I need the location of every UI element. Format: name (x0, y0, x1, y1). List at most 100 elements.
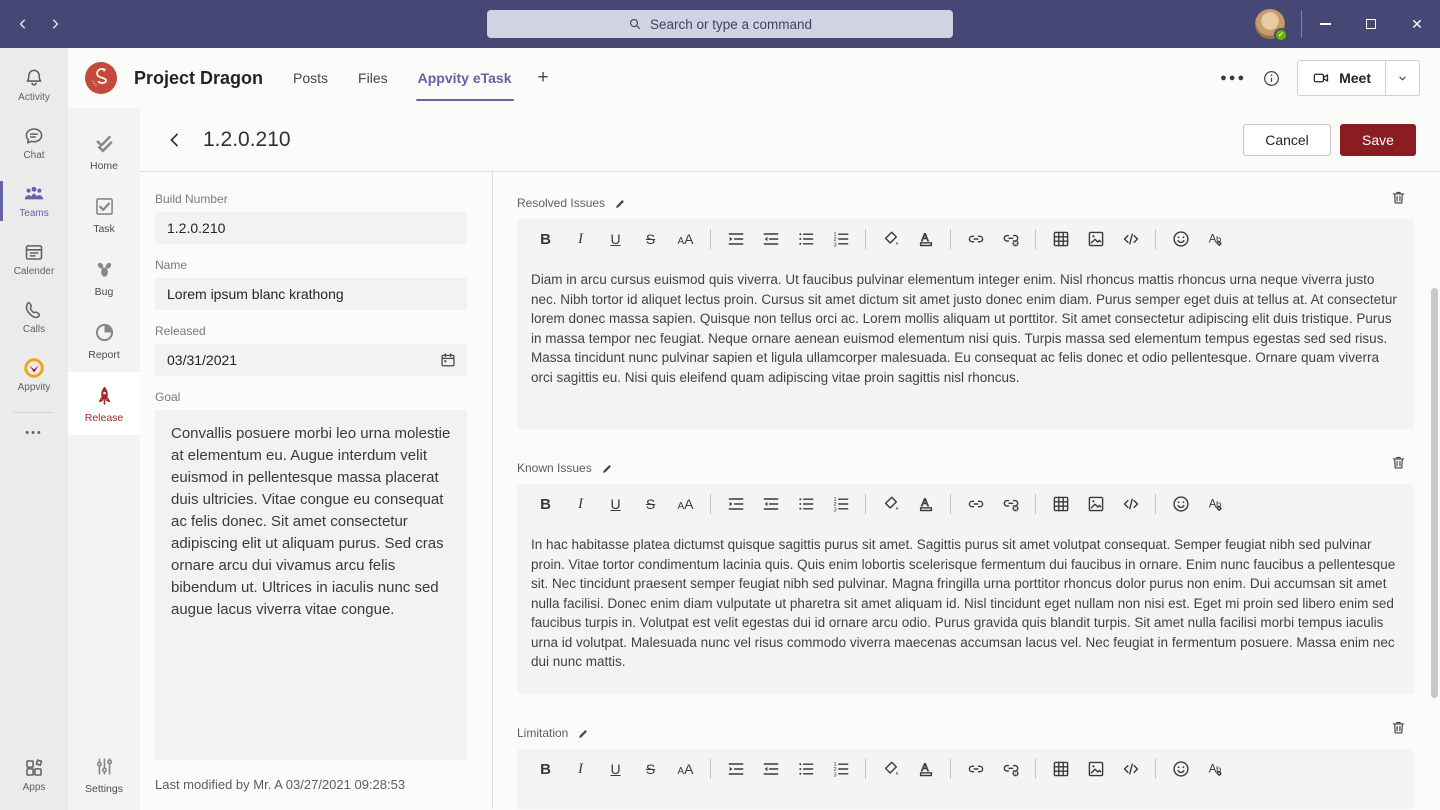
maximize-button[interactable] (1348, 0, 1394, 48)
richtext-content[interactable]: Diam in arcu cursus euismod quis viverra… (517, 259, 1414, 429)
bold-icon[interactable]: B (535, 229, 556, 250)
rail-item-teams[interactable]: Teams (0, 172, 68, 230)
bold-icon[interactable]: B (535, 494, 556, 515)
released-input[interactable]: 03/31/2021 (155, 344, 467, 376)
search-input[interactable]: Search or type a command (487, 10, 953, 38)
highlight-icon[interactable] (880, 229, 901, 250)
font-size-icon[interactable]: AA (675, 229, 696, 250)
font-color-icon[interactable]: A (915, 229, 936, 250)
indent-icon[interactable] (725, 759, 746, 780)
font-size-icon[interactable]: AA (675, 494, 696, 515)
code-icon[interactable] (1120, 494, 1141, 515)
emoji-icon[interactable] (1170, 494, 1191, 515)
underline-icon[interactable]: U (605, 494, 626, 515)
bullet-list-icon[interactable] (795, 494, 816, 515)
delete-section-button[interactable] (1390, 453, 1407, 472)
sidebar-item-release[interactable]: Release (68, 372, 140, 435)
highlight-icon[interactable] (880, 759, 901, 780)
unlink-icon[interactable] (1000, 759, 1021, 780)
avatar[interactable]: ✓ (1255, 9, 1285, 39)
link-icon[interactable] (965, 229, 986, 250)
indent-icon[interactable] (725, 494, 746, 515)
more-apps-button[interactable]: ••• (25, 427, 43, 439)
bold-icon[interactable]: B (535, 759, 556, 780)
richtext-content[interactable]: In hac habitasse platea dictumst quisque… (517, 524, 1414, 694)
rail-item-calls[interactable]: Calls (0, 288, 68, 346)
outdent-icon[interactable] (760, 759, 781, 780)
outdent-icon[interactable] (760, 494, 781, 515)
history-forward-button[interactable] (42, 11, 68, 37)
strikethrough-icon[interactable]: S (640, 229, 661, 250)
highlight-icon[interactable] (880, 494, 901, 515)
font-color-icon[interactable]: A (915, 759, 936, 780)
italic-icon[interactable]: I (570, 494, 591, 515)
strikethrough-icon[interactable]: S (640, 759, 661, 780)
underline-icon[interactable]: U (605, 229, 626, 250)
rail-item-chat[interactable]: Chat (0, 114, 68, 172)
table-icon[interactable] (1050, 229, 1071, 250)
clear-format-icon[interactable]: Ab (1205, 494, 1226, 515)
delete-section-button[interactable] (1390, 188, 1407, 207)
back-button[interactable] (165, 130, 185, 150)
clear-format-icon[interactable]: Ab (1205, 759, 1226, 780)
edit-icon[interactable] (614, 197, 627, 210)
link-icon[interactable] (965, 494, 986, 515)
name-input[interactable]: Lorem ipsum blanc krathong (155, 278, 467, 310)
bullet-list-icon[interactable] (795, 759, 816, 780)
tab-posts[interactable]: Posts (293, 48, 328, 108)
emoji-icon[interactable] (1170, 759, 1191, 780)
vertical-scrollbar[interactable] (1431, 288, 1438, 698)
history-back-button[interactable] (10, 11, 36, 37)
sidebar-item-settings[interactable]: Settings (68, 743, 140, 806)
number-list-icon[interactable]: 123 (830, 759, 851, 780)
underline-icon[interactable]: U (605, 759, 626, 780)
rail-item-calender[interactable]: Calender (0, 230, 68, 288)
edit-icon[interactable] (601, 462, 614, 475)
indent-icon[interactable] (725, 229, 746, 250)
tab-appvity-etask[interactable]: Appvity eTask (418, 48, 512, 108)
calendar-icon[interactable] (439, 351, 457, 369)
delete-section-button[interactable] (1390, 718, 1407, 737)
rail-item-activity[interactable]: Activity (0, 56, 68, 114)
sidebar-item-report[interactable]: Report (68, 309, 140, 372)
goal-textarea[interactable]: Convallis posuere morbi leo urna molesti… (155, 410, 467, 760)
italic-icon[interactable]: I (570, 759, 591, 780)
close-button[interactable]: ✕ (1394, 0, 1440, 48)
table-icon[interactable] (1050, 494, 1071, 515)
clear-format-icon[interactable]: Ab (1205, 229, 1226, 250)
info-icon[interactable] (1262, 69, 1281, 88)
image-icon[interactable] (1085, 759, 1106, 780)
sidebar-item-bug[interactable]: Bug (68, 246, 140, 309)
image-icon[interactable] (1085, 229, 1106, 250)
rail-item-apps[interactable]: Apps (0, 746, 68, 804)
tab-files[interactable]: Files (358, 48, 388, 108)
bullet-list-icon[interactable] (795, 229, 816, 250)
edit-icon[interactable] (577, 727, 590, 740)
code-icon[interactable] (1120, 229, 1141, 250)
cancel-button[interactable]: Cancel (1243, 124, 1331, 156)
unlink-icon[interactable] (1000, 229, 1021, 250)
richtext-content[interactable] (517, 789, 1414, 809)
add-tab-button[interactable]: + (538, 67, 549, 89)
table-icon[interactable] (1050, 759, 1071, 780)
build-number-input[interactable]: 1.2.0.210 (155, 212, 467, 244)
unlink-icon[interactable] (1000, 494, 1021, 515)
font-size-icon[interactable]: AA (675, 759, 696, 780)
meet-options-button[interactable] (1386, 61, 1419, 95)
minimize-button[interactable] (1302, 0, 1348, 48)
save-button[interactable]: Save (1340, 124, 1416, 156)
emoji-icon[interactable] (1170, 229, 1191, 250)
strikethrough-icon[interactable]: S (640, 494, 661, 515)
sidebar-item-home[interactable]: Home (68, 120, 140, 183)
link-icon[interactable] (965, 759, 986, 780)
font-color-icon[interactable]: A (915, 494, 936, 515)
outdent-icon[interactable] (760, 229, 781, 250)
sidebar-item-task[interactable]: Task (68, 183, 140, 246)
meet-button[interactable]: Meet (1298, 61, 1385, 95)
rail-item-appvity[interactable]: Appvity (0, 346, 68, 404)
number-list-icon[interactable]: 123 (830, 229, 851, 250)
number-list-icon[interactable]: 123 (830, 494, 851, 515)
image-icon[interactable] (1085, 494, 1106, 515)
italic-icon[interactable]: I (570, 229, 591, 250)
channel-more-options-button[interactable]: ●●● (1220, 72, 1246, 84)
